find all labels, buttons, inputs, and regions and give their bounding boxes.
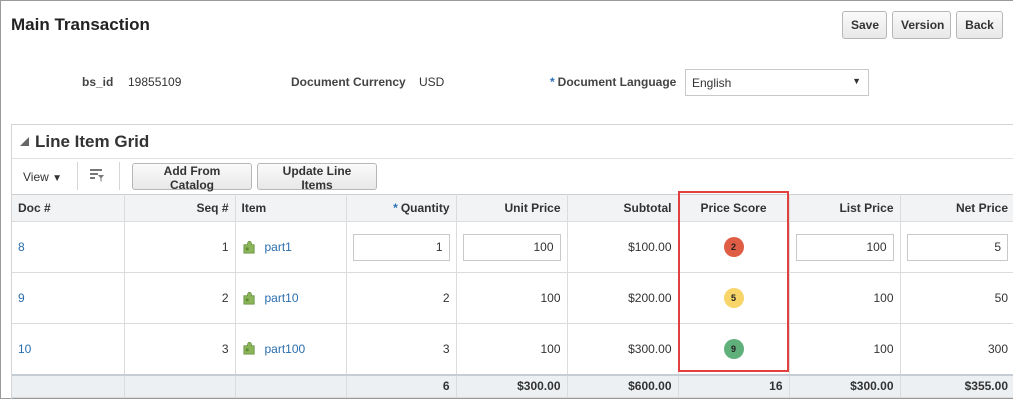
update-line-items-button[interactable]: Update Line Items xyxy=(257,163,377,192)
add-from-catalog-button[interactable]: Add From Catalog xyxy=(132,163,252,192)
version-button[interactable]: Version xyxy=(892,11,951,39)
line-item-grid-section: Line Item Grid View ▼ Add From Catalog U… xyxy=(11,124,1013,399)
page-title: Main Transaction xyxy=(11,15,150,34)
doc-number-link[interactable]: 10 xyxy=(18,342,31,356)
table-row: 8 1 part1 $100.00 2 xyxy=(12,221,1013,273)
quantity-cell: 2 xyxy=(345,272,457,324)
toolbar-divider xyxy=(77,162,78,190)
caret-down-icon: ▼ xyxy=(52,173,63,184)
price-score-badge: 9 xyxy=(723,338,744,359)
document-language-value: English xyxy=(692,76,732,90)
document-language-label-text: Document Language xyxy=(557,75,677,89)
list-price-cell: 100 xyxy=(788,272,901,324)
save-button[interactable]: Save xyxy=(842,11,887,39)
total-net-price: $355.00 xyxy=(899,373,1013,398)
column-header-item[interactable]: Item xyxy=(234,194,347,222)
doc-number-link[interactable]: 8 xyxy=(18,240,25,254)
quantity-cell: 3 xyxy=(345,323,457,375)
net-price-cell: 50 xyxy=(899,272,1013,324)
net-price-input[interactable] xyxy=(906,233,1008,261)
totals-empty-cell xyxy=(123,373,236,398)
total-unit-price: $300.00 xyxy=(455,373,568,398)
toolbar-divider xyxy=(119,162,120,190)
dropdown-arrow-icon: ▼ xyxy=(852,76,861,86)
list-price-cell: 100 xyxy=(788,323,901,375)
seq-cell: 2 xyxy=(123,272,236,324)
item-link[interactable]: part100 xyxy=(265,342,306,356)
column-header-seq[interactable]: Seq # xyxy=(123,194,236,222)
filter-list-icon[interactable] xyxy=(89,167,105,183)
view-menu[interactable]: View ▼ xyxy=(23,170,62,184)
total-price-score: 16 xyxy=(677,373,790,398)
back-button[interactable]: Back xyxy=(956,11,1003,39)
puzzle-piece-icon xyxy=(243,342,255,355)
grid-toolbar: View ▼ Add From Catalog Update Line Item… xyxy=(12,158,1013,194)
quantity-input[interactable] xyxy=(352,233,450,261)
puzzle-piece-icon xyxy=(243,240,255,253)
document-language-label: * Document Language xyxy=(550,75,676,89)
document-language-select[interactable]: English ▼ xyxy=(685,69,869,96)
collapse-triangle-icon[interactable] xyxy=(20,137,29,146)
column-header-net-price[interactable]: Net Price xyxy=(899,194,1013,222)
seq-cell: 1 xyxy=(123,221,236,273)
required-marker: * xyxy=(393,201,398,215)
totals-empty-cell xyxy=(12,373,125,398)
section-title-text: Line Item Grid xyxy=(35,132,150,151)
unit-price-input[interactable] xyxy=(462,233,561,261)
subtotal-cell: $100.00 xyxy=(566,221,679,273)
column-header-subtotal[interactable]: Subtotal xyxy=(566,194,679,222)
doc-number-link[interactable]: 9 xyxy=(18,291,25,305)
bs-id-label: bs_id xyxy=(82,75,114,89)
line-item-table: Doc # Seq # Item * Quantity Unit Price Su… xyxy=(12,194,1013,398)
document-currency-label: Document Currency xyxy=(291,75,406,89)
total-list-price: $300.00 xyxy=(788,373,901,398)
document-currency-value: USD xyxy=(419,75,445,89)
price-score-badge: 2 xyxy=(723,237,744,257)
totals-row: 6 $300.00 $600.00 16 $300.00 $355.00 xyxy=(12,373,1013,398)
column-header-doc[interactable]: Doc # xyxy=(12,194,125,222)
puzzle-piece-icon xyxy=(243,291,255,304)
required-marker: * xyxy=(550,75,555,89)
total-subtotal: $600.00 xyxy=(566,373,679,398)
column-header-list-price[interactable]: List Price xyxy=(788,194,901,222)
table-row: 10 3 part100 3 100 $300.00 9 100 300 xyxy=(12,323,1013,375)
table-header-row: Doc # Seq # Item * Quantity Unit Price Su… xyxy=(12,194,1013,222)
section-title: Line Item Grid xyxy=(20,132,149,152)
column-header-unit-price[interactable]: Unit Price xyxy=(455,194,568,222)
net-price-cell: 300 xyxy=(899,323,1013,375)
item-link[interactable]: part10 xyxy=(265,291,299,305)
item-link[interactable]: part1 xyxy=(265,240,292,254)
subtotal-cell: $200.00 xyxy=(566,272,679,324)
unit-price-cell: 100 xyxy=(455,323,568,375)
subtotal-cell: $300.00 xyxy=(566,323,679,375)
unit-price-cell: 100 xyxy=(455,272,568,324)
column-header-quantity-text: Quantity xyxy=(400,201,450,215)
column-header-price-score[interactable]: Price Score xyxy=(677,194,790,222)
table-row: 9 2 part10 2 100 $200.00 5 100 50 xyxy=(12,272,1013,324)
price-score-badge: 5 xyxy=(723,288,744,308)
list-price-input[interactable] xyxy=(795,233,894,261)
bs-id-value: 19855109 xyxy=(128,75,182,89)
total-quantity: 6 xyxy=(345,373,457,398)
seq-cell: 3 xyxy=(123,323,236,375)
view-menu-label: View xyxy=(23,170,49,184)
totals-empty-cell xyxy=(234,373,347,398)
column-header-quantity[interactable]: * Quantity xyxy=(345,194,457,222)
